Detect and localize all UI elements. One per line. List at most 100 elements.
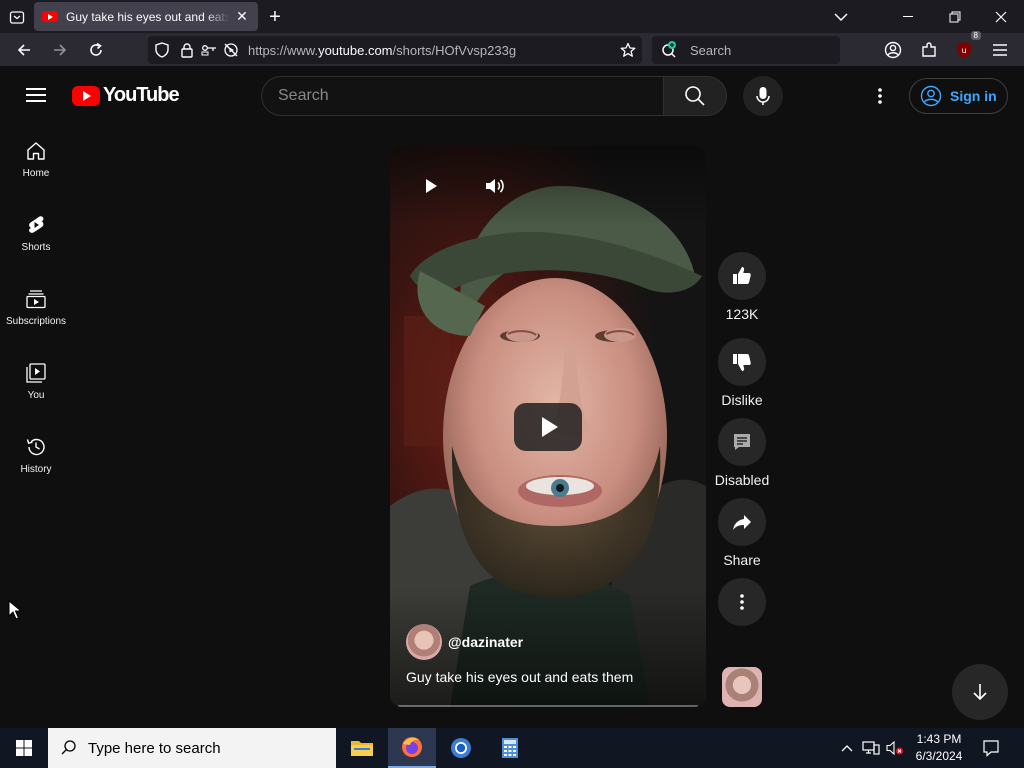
youtube-search-button[interactable]	[663, 76, 727, 116]
tab-close-icon[interactable]: ✕	[234, 8, 250, 25]
sign-in-button[interactable]: Sign in	[909, 78, 1008, 114]
network-icon	[862, 741, 880, 755]
guide-item-you[interactable]: You	[0, 346, 72, 420]
minimize-icon	[903, 15, 913, 17]
like-button[interactable]	[718, 252, 766, 300]
extensions-button[interactable]	[916, 37, 942, 63]
share-button[interactable]	[718, 498, 766, 546]
guide-item-label: Home	[22, 168, 50, 179]
list-all-tabs-chevron-icon[interactable]	[818, 0, 864, 33]
next-short-button[interactable]	[952, 664, 1008, 720]
taskbar-chrome[interactable]	[437, 728, 485, 768]
channel-avatar[interactable]	[406, 624, 442, 660]
tab-title: Guy take his eyes out and eats them	[66, 9, 230, 24]
extension-badge-count: 8	[970, 31, 981, 40]
youtube-header: YouTube Sign in	[0, 66, 1024, 124]
guide-item-shorts[interactable]: Shorts	[0, 198, 72, 272]
short-actions: 123K Dislike Disabled Share	[714, 252, 770, 636]
browser-tab-youtube[interactable]: Guy take his eyes out and eats them ✕	[34, 2, 258, 31]
volume-tray-icon[interactable]	[884, 728, 906, 768]
action-center-button[interactable]	[978, 728, 1004, 768]
share-label: Share	[723, 552, 761, 568]
network-tray-icon[interactable]	[860, 728, 882, 768]
forward-button[interactable]	[47, 37, 73, 63]
video-progress-bar[interactable]	[398, 705, 698, 707]
thumbs-up-icon	[733, 267, 751, 284]
volume-button[interactable]	[482, 174, 506, 198]
restore-window-button[interactable]	[932, 0, 978, 33]
app-menu-button[interactable]	[987, 37, 1013, 63]
taskbar-file-explorer[interactable]	[338, 728, 386, 768]
guide-item-history[interactable]: History	[0, 420, 72, 494]
channel-info[interactable]: @dazinater	[406, 624, 523, 660]
short-video-player[interactable]: @dazinater Guy take his eyes out and eat…	[390, 146, 706, 707]
comments-button[interactable]	[718, 418, 766, 466]
sound-thumbnail[interactable]	[722, 667, 762, 707]
video-caption: Guy take his eyes out and eats them	[406, 669, 634, 685]
account-circle-icon	[920, 85, 942, 107]
autoplay-blocked-icon[interactable]	[220, 36, 242, 64]
more-vertical-icon	[878, 88, 882, 104]
url-domain: youtube.com	[318, 42, 393, 58]
minimize-window-button[interactable]	[886, 0, 932, 33]
url-text[interactable]: https://www.youtube.com/shorts/HOfVvsp23…	[248, 43, 614, 58]
tracking-protection-shield-icon[interactable]	[148, 36, 176, 64]
lock-icon[interactable]	[176, 36, 198, 64]
ublock-shield-icon: u	[957, 42, 971, 58]
show-hidden-icons-button[interactable]	[838, 728, 856, 768]
large-play-button[interactable]	[514, 403, 582, 451]
search-icon	[685, 86, 705, 106]
mouse-pointer	[8, 599, 23, 625]
bookmark-star-icon[interactable]	[614, 36, 642, 64]
account-button[interactable]	[880, 37, 906, 63]
hamburger-menu-icon	[993, 44, 1007, 56]
calculator-icon	[502, 738, 518, 758]
clock-date: 6/3/2024	[915, 749, 963, 763]
history-icon	[26, 438, 45, 456]
taskbar-calculator[interactable]	[486, 728, 534, 768]
url-prefix: https://www.	[248, 42, 319, 58]
voice-search-button[interactable]	[743, 76, 783, 116]
more-options-button[interactable]	[718, 578, 766, 626]
back-arrow-icon	[17, 44, 30, 56]
ublock-extension-button[interactable]: u 8	[951, 31, 981, 63]
youtube-wordmark: YouTube	[103, 84, 180, 106]
clock-time: 1:43 PM	[916, 732, 962, 746]
account-icon	[884, 41, 902, 59]
close-window-button[interactable]	[978, 0, 1024, 33]
chevron-up-icon	[841, 745, 853, 752]
play-button[interactable]	[418, 174, 442, 198]
guide-menu-button[interactable]	[22, 83, 50, 107]
browser-tab-bar: Guy take his eyes out and eats them ✕ +	[0, 0, 1024, 33]
youtube-search-input[interactable]	[278, 87, 638, 105]
settings-more-button[interactable]	[866, 82, 894, 110]
cursor-arrow-icon	[8, 599, 23, 620]
address-bar[interactable]: https://www.youtube.com/shorts/HOfVvsp23…	[148, 36, 642, 64]
start-button[interactable]	[0, 728, 48, 768]
dislike-button[interactable]	[718, 338, 766, 386]
youtube-logo-icon	[72, 85, 100, 106]
notification-icon	[983, 740, 999, 757]
youtube-logo[interactable]: YouTube	[72, 84, 180, 107]
back-button[interactable]	[11, 37, 37, 63]
home-icon	[27, 142, 45, 160]
tab-list-icon	[9, 10, 24, 24]
taskbar-search-box[interactable]: Type here to search	[48, 728, 336, 768]
new-tab-button[interactable]: +	[264, 6, 286, 28]
taskbar-clock[interactable]: 1:43 PM 6/3/2024	[906, 731, 972, 765]
guide-item-subscriptions[interactable]: Subscriptions	[0, 272, 72, 346]
like-count: 123K	[725, 306, 759, 322]
reload-button[interactable]	[83, 37, 109, 63]
permissions-icon[interactable]	[198, 36, 220, 64]
channel-name[interactable]: @dazinater	[448, 634, 523, 650]
folder-icon	[351, 741, 373, 756]
svg-text:u: u	[961, 46, 966, 55]
tab-list-button[interactable]	[0, 0, 33, 33]
microphone-icon	[756, 87, 770, 105]
shorts-icon	[29, 216, 44, 233]
taskbar-firefox[interactable]	[388, 728, 436, 768]
browser-search-bar[interactable]: Search	[652, 36, 840, 64]
close-icon	[995, 11, 1007, 22]
puzzle-icon	[922, 42, 936, 57]
guide-item-home[interactable]: Home	[0, 124, 72, 198]
